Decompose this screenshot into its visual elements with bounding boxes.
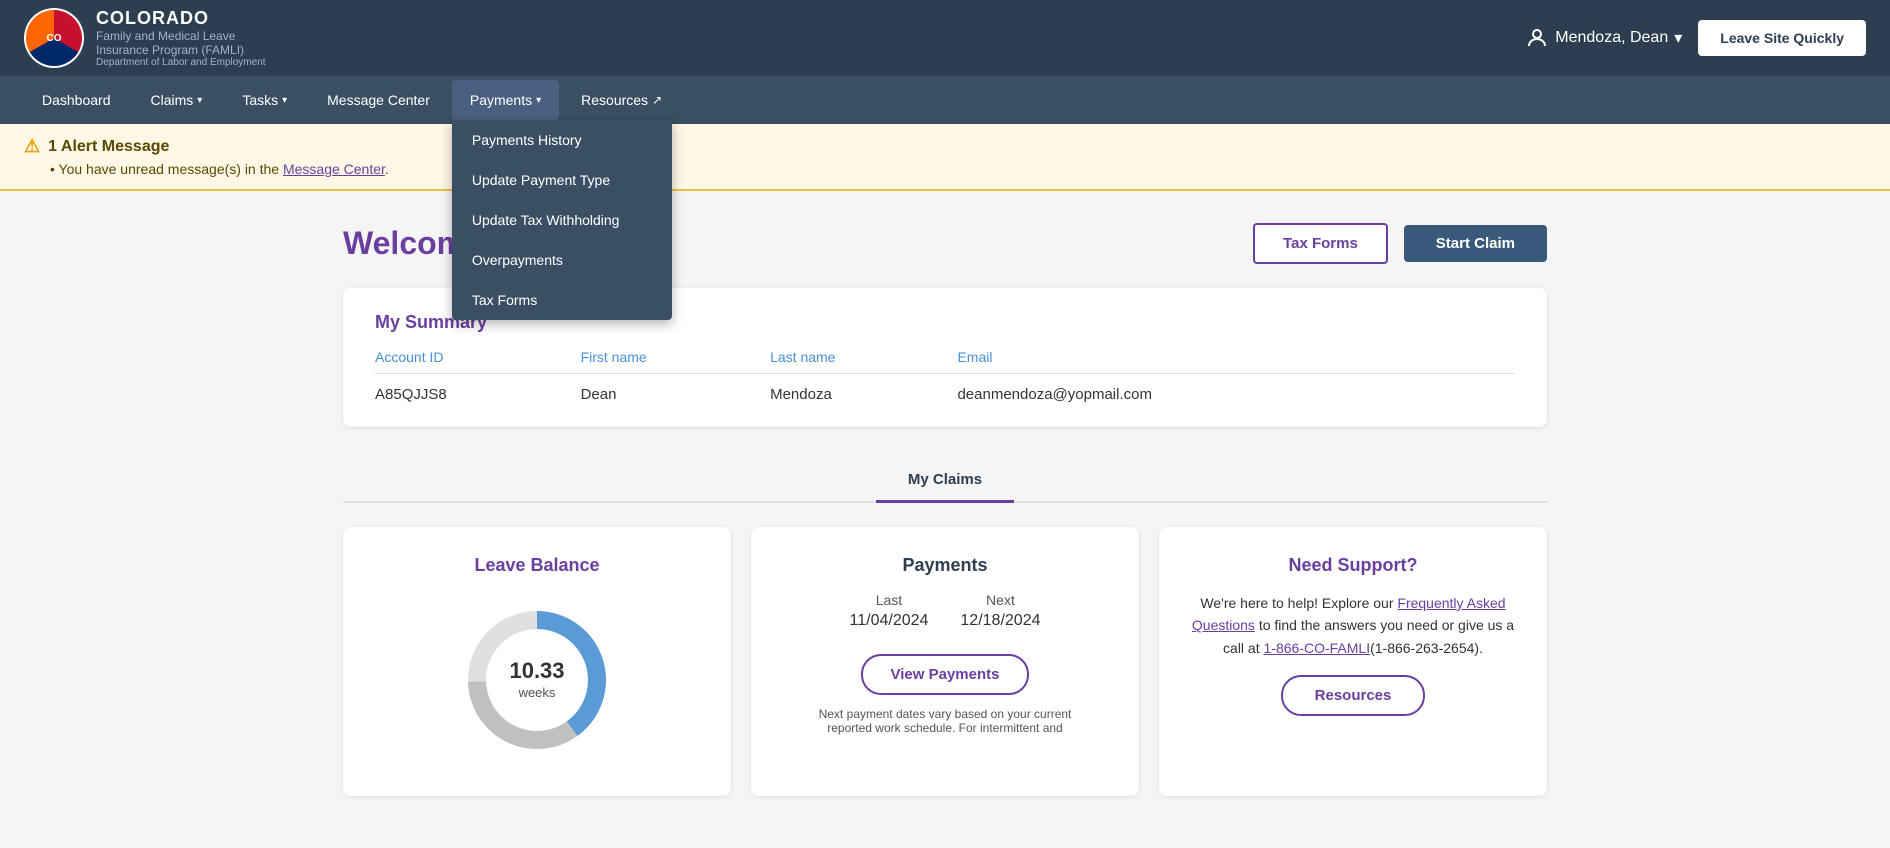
col-account-id: Account ID bbox=[375, 349, 581, 374]
logo-title: COLORADO bbox=[96, 8, 266, 29]
external-link-icon: ↗ bbox=[652, 93, 662, 107]
nav-tasks[interactable]: Tasks ▾ bbox=[224, 80, 305, 120]
header-right: Mendoza, Dean ▾ Leave Site Quickly bbox=[1525, 20, 1866, 56]
logo-dept: Department of Labor and Employment bbox=[96, 57, 266, 68]
nav-message-center[interactable]: Message Center bbox=[309, 80, 448, 120]
account-id-value: A85QJJS8 bbox=[375, 374, 581, 404]
payment-note: Next payment dates vary based on your cu… bbox=[815, 707, 1075, 735]
message-center-link[interactable]: Message Center bbox=[283, 161, 385, 177]
donut-text: 10.33 weeks bbox=[509, 658, 564, 702]
support-title: Need Support? bbox=[1289, 555, 1418, 576]
nav-resources[interactable]: Resources ↗ bbox=[563, 80, 680, 120]
leave-balance-donut: 10.33 weeks bbox=[457, 600, 617, 760]
user-menu[interactable]: Mendoza, Dean ▾ bbox=[1525, 26, 1682, 50]
phone-link[interactable]: 1-866-CO-FAMLI bbox=[1264, 640, 1371, 656]
last-label: Last bbox=[850, 592, 929, 608]
leave-balance-card: Leave Balance 10.33 weeks bbox=[343, 527, 731, 796]
tasks-caret: ▾ bbox=[282, 95, 287, 106]
top-header: CO COLORADO Family and Medical Leave Ins… bbox=[0, 0, 1890, 76]
col-first-name: First name bbox=[581, 349, 771, 374]
dropdown-update-tax-withholding[interactable]: Update Tax Withholding bbox=[452, 200, 672, 240]
support-card: Need Support? We're here to help! Explor… bbox=[1159, 527, 1547, 796]
tab-my-claims[interactable]: My Claims bbox=[876, 459, 1014, 503]
alert-bar: ⚠ 1 Alert Message • You have unread mess… bbox=[0, 124, 1890, 191]
logo-subtitle2: Insurance Program (FAMLI) bbox=[96, 43, 266, 57]
resources-button[interactable]: Resources bbox=[1281, 675, 1426, 716]
dropdown-payments-history[interactable]: Payments History bbox=[452, 120, 672, 160]
view-payments-button[interactable]: View Payments bbox=[861, 654, 1030, 695]
leave-balance-unit: weeks bbox=[519, 685, 556, 700]
logo-area: CO COLORADO Family and Medical Leave Ins… bbox=[24, 8, 266, 68]
summary-table: Account ID First name Last name Email A8… bbox=[375, 349, 1515, 403]
alert-icon: ⚠ bbox=[24, 136, 40, 157]
logo-text: COLORADO Family and Medical Leave Insura… bbox=[96, 8, 266, 68]
logo-icon: CO bbox=[24, 8, 84, 68]
payments-dropdown: Payments History Update Payment Type Upd… bbox=[452, 120, 672, 320]
leave-balance-value: 10.33 bbox=[509, 658, 564, 684]
logo-inner-circle: CO bbox=[26, 10, 82, 66]
next-payment-col: Next 12/18/2024 bbox=[960, 592, 1040, 630]
main-nav: Dashboard Claims ▾ Tasks ▾ Message Cente… bbox=[0, 76, 1890, 124]
tabs-bar: My Claims bbox=[343, 459, 1547, 503]
nav-dashboard[interactable]: Dashboard bbox=[24, 80, 129, 120]
user-name: Mendoza, Dean bbox=[1555, 29, 1668, 47]
col-email: Email bbox=[957, 349, 1515, 374]
support-text: We're here to help! Explore our Frequent… bbox=[1183, 592, 1523, 659]
dropdown-overpayments[interactable]: Overpayments bbox=[452, 240, 672, 280]
next-date: 12/18/2024 bbox=[960, 612, 1040, 630]
email-value: deanmendoza@yopmail.com bbox=[957, 374, 1515, 404]
dropdown-tax-forms[interactable]: Tax Forms bbox=[452, 280, 672, 320]
table-row: A85QJJS8 Dean Mendoza deanmendoza@yopmai… bbox=[375, 374, 1515, 404]
tax-forms-button[interactable]: Tax Forms bbox=[1253, 223, 1388, 264]
alert-message: • You have unread message(s) in the Mess… bbox=[24, 161, 1858, 177]
payments-caret: ▾ bbox=[536, 95, 541, 106]
nav-payments-container: Payments ▾ Payments History Update Payme… bbox=[452, 80, 559, 120]
col-last-name: Last name bbox=[770, 349, 957, 374]
cards-row: Leave Balance 10.33 weeks Payments Last bbox=[343, 527, 1547, 796]
leave-site-button[interactable]: Leave Site Quickly bbox=[1698, 20, 1866, 56]
first-name-value: Dean bbox=[581, 374, 771, 404]
user-icon bbox=[1525, 26, 1549, 50]
claims-caret: ▾ bbox=[197, 95, 202, 106]
nav-payments[interactable]: Payments ▾ bbox=[452, 80, 559, 120]
logo-subtitle: Family and Medical Leave bbox=[96, 29, 266, 43]
dropdown-update-payment-type[interactable]: Update Payment Type bbox=[452, 160, 672, 200]
payments-card-title: Payments bbox=[902, 555, 987, 576]
last-payment-col: Last 11/04/2024 bbox=[850, 592, 929, 630]
user-caret: ▾ bbox=[1674, 28, 1682, 48]
start-claim-button[interactable]: Start Claim bbox=[1404, 225, 1547, 262]
nav-claims[interactable]: Claims ▾ bbox=[133, 80, 221, 120]
top-actions: Tax Forms Start Claim bbox=[1253, 223, 1547, 264]
alert-title: ⚠ 1 Alert Message bbox=[24, 136, 1858, 157]
last-date: 11/04/2024 bbox=[850, 612, 929, 630]
payment-dates: Last 11/04/2024 Next 12/18/2024 bbox=[850, 592, 1041, 630]
payments-card: Payments Last 11/04/2024 Next 12/18/2024… bbox=[751, 527, 1139, 796]
next-label: Next bbox=[960, 592, 1040, 608]
last-name-value: Mendoza bbox=[770, 374, 957, 404]
leave-balance-title: Leave Balance bbox=[474, 555, 599, 576]
